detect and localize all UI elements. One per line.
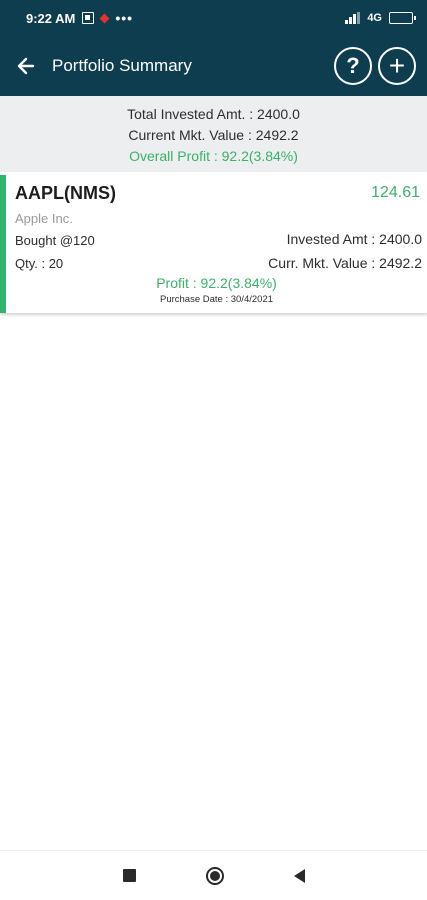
holding-bought-price: Bought @120 xyxy=(15,233,95,248)
more-notifications-icon: ••• xyxy=(115,10,134,26)
battery-icon: 81 xyxy=(389,12,416,24)
overall-profit: Overall Profit : 92.2(3.84%) xyxy=(129,148,298,164)
page-title: Portfolio Summary xyxy=(52,56,192,75)
holding-current-value: Curr. Mkt. Value : 2492.2 xyxy=(268,255,422,271)
signal-icon xyxy=(345,12,361,24)
app-bar: Portfolio Summary ? + xyxy=(0,36,427,96)
home-icon-inner xyxy=(209,870,220,881)
status-time: 9:22 AM xyxy=(26,10,76,26)
holding-invested: Invested Amt : 2400.0 xyxy=(286,231,422,247)
holding-price: 124.61 xyxy=(371,184,420,201)
holding-profit: Profit : 92.2(3.84%) xyxy=(156,275,277,291)
help-button[interactable]: ? xyxy=(334,47,372,85)
holding-company: Apple Inc. xyxy=(15,211,73,226)
home-icon[interactable] xyxy=(205,866,224,885)
battery-level: 81 xyxy=(396,13,406,22)
recent-apps-icon[interactable] xyxy=(122,869,136,882)
holding-card[interactable]: AAPL(NMS) 124.61 Apple Inc. Bought @120 … xyxy=(0,175,427,313)
status-left: 9:22 AM ••• xyxy=(26,10,133,26)
status-right: 4G 81 xyxy=(345,12,416,24)
network-type: 4G xyxy=(367,12,382,24)
holding-quantity: Qty. : 20 xyxy=(15,256,64,271)
back-button[interactable] xyxy=(0,36,52,96)
add-icon: + xyxy=(388,50,406,81)
portfolio-summary: Total Invested Amt. : 2400.0 Current Mkt… xyxy=(0,96,427,172)
total-invested: Total Invested Amt. : 2400.0 xyxy=(127,106,300,122)
notification-icon xyxy=(82,12,95,24)
app-notification-icon xyxy=(99,13,110,23)
help-icon: ? xyxy=(346,53,360,78)
add-holding-button[interactable]: + xyxy=(378,47,416,85)
current-value: Current Mkt. Value : 2492.2 xyxy=(128,127,299,143)
status-bar: 9:22 AM ••• 4G 81 xyxy=(0,0,427,36)
holding-symbol: AAPL(NMS) xyxy=(15,183,116,203)
holding-purchase-date: Purchase Date : 30/4/2021 xyxy=(159,294,274,305)
navigation-bar xyxy=(0,850,427,900)
back-arrow-icon xyxy=(17,57,35,75)
back-icon[interactable] xyxy=(293,868,305,883)
